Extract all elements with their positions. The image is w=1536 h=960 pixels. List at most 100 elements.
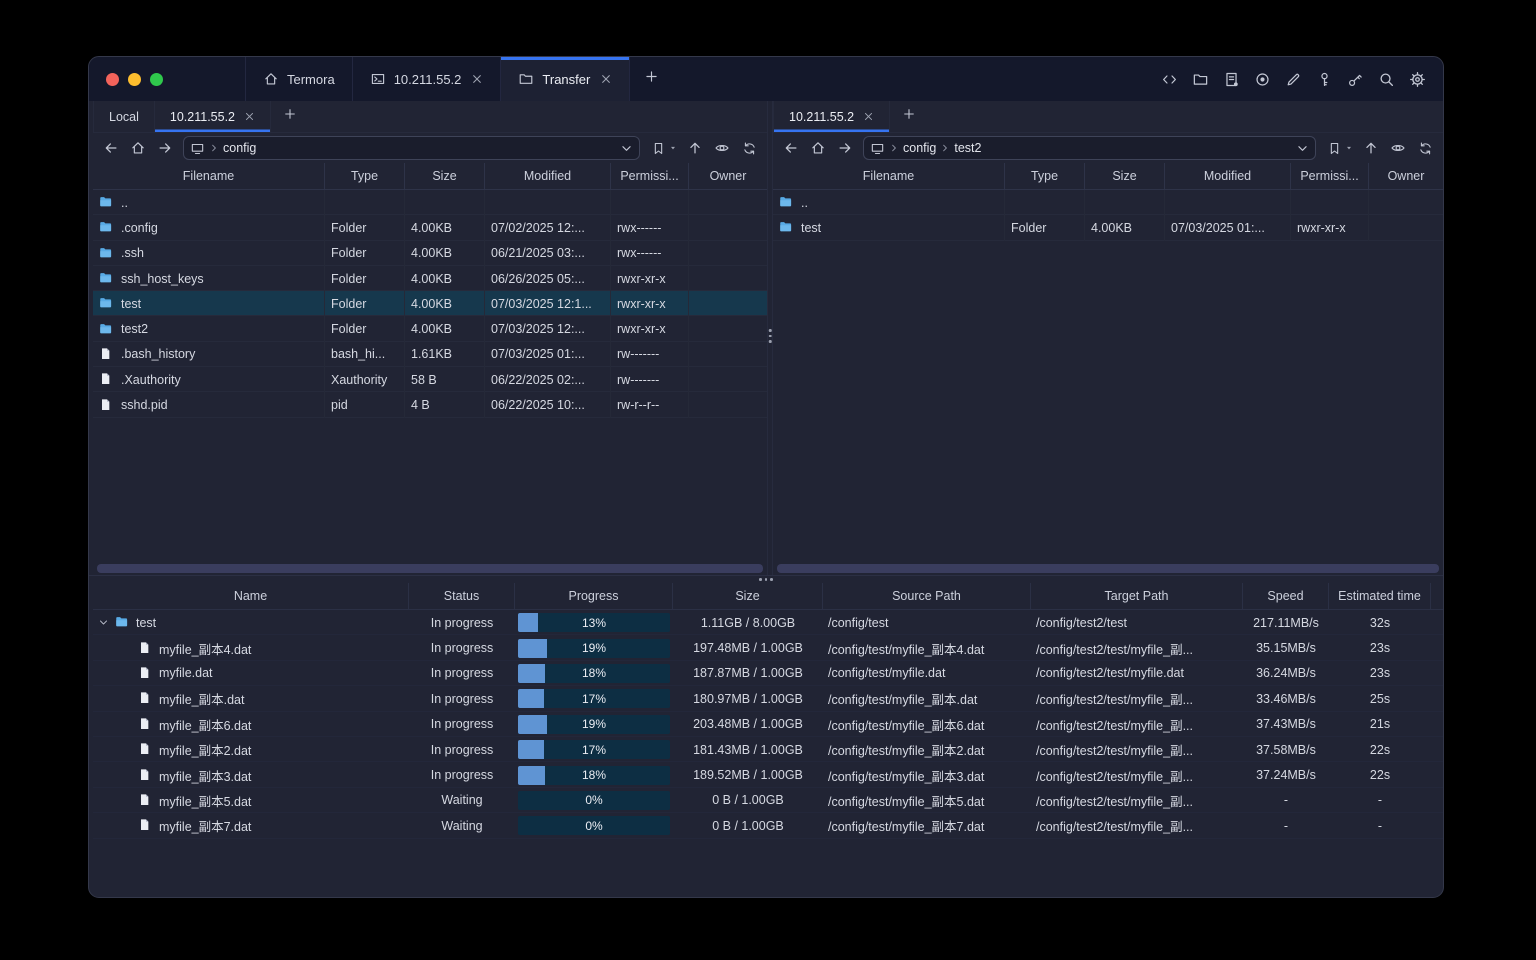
home-icon[interactable] (129, 139, 147, 157)
header-owner[interactable]: Owner (1369, 163, 1443, 189)
bookmark-caret-icon[interactable] (1345, 139, 1353, 157)
refresh-icon[interactable] (1416, 139, 1434, 157)
transfer-row[interactable]: myfile_副本.dat In progress 17% 180.97MB / 1.… (93, 686, 1443, 711)
refresh-icon[interactable] (740, 139, 758, 157)
minimize-window-button[interactable] (128, 72, 141, 86)
close-icon[interactable] (244, 111, 255, 122)
transfer-name-cell: test (93, 610, 409, 635)
path-segment[interactable]: test2 (954, 141, 981, 155)
path-segment[interactable]: config (903, 141, 936, 155)
scrollbar-thumb[interactable] (97, 563, 763, 573)
search-icon[interactable] (1376, 69, 1396, 89)
header-owner[interactable]: Owner (689, 163, 767, 189)
show-hidden-icon[interactable] (1389, 139, 1407, 157)
progress-label: 0% (585, 818, 603, 833)
tab-remote-host[interactable]: 10.211.55.2 (773, 101, 891, 132)
header-source-path[interactable]: Source Path (823, 583, 1031, 609)
file-row[interactable]: test Folder 4.00KB 07/03/2025 12:1... rwxr-x… (93, 291, 767, 317)
transfer-name-cell: myfile_副本6.dat (93, 712, 409, 737)
close-window-button[interactable] (106, 72, 119, 86)
tab-remote-host[interactable]: 10.211.55.2 (155, 101, 271, 132)
file-row[interactable]: .config Folder 4.00KB 07/02/2025 12:... rwx-… (93, 215, 767, 241)
path-segment[interactable]: config (223, 141, 256, 155)
log-icon[interactable] (1221, 69, 1241, 89)
header-modified[interactable]: Modified (1165, 163, 1291, 189)
transfer-row[interactable]: myfile_副本7.dat Waiting 0% 0 B / 1.00GB/conf… (93, 813, 1443, 838)
transfer-row[interactable]: test In progress 13% 1.11GB / 8.00GB/config… (93, 610, 1443, 635)
bookmark-icon[interactable] (649, 139, 667, 157)
tab-transfer[interactable]: Transfer (501, 57, 631, 101)
header-estimated-time[interactable]: Estimated time (1329, 583, 1431, 609)
header-speed[interactable]: Speed (1243, 583, 1329, 609)
file-row[interactable]: .Xauthority Xauthority 58 B 06/22/2025 02:.… (93, 367, 767, 393)
new-panel-tab-button[interactable] (890, 101, 928, 132)
keychain-icon[interactable] (1345, 69, 1365, 89)
header-filename[interactable]: Filename (93, 163, 325, 189)
forward-icon[interactable] (836, 139, 854, 157)
file-row[interactable]: .ssh Folder 4.00KB 06/21/2025 03:... rwx----… (93, 240, 767, 266)
transfer-row[interactable]: myfile_副本2.dat In progress 17% 181.43MB / 1… (93, 737, 1443, 762)
header-size[interactable]: Size (673, 583, 823, 609)
pencil-icon[interactable] (1283, 69, 1303, 89)
path-field[interactable]: config test2 (863, 136, 1316, 160)
file-row[interactable]: .bash_history bash_hi... 1.61KB 07/03/2025 … (93, 341, 767, 368)
scrollbar-thumb[interactable] (777, 563, 1439, 573)
header-type[interactable]: Type (1005, 163, 1085, 189)
file-name: .config (121, 220, 158, 235)
back-icon[interactable] (782, 139, 800, 157)
header-filename[interactable]: Filename (773, 163, 1005, 189)
header-size[interactable]: Size (405, 163, 485, 189)
header-modified[interactable]: Modified (485, 163, 611, 189)
transfer-row[interactable]: myfile_副本5.dat Waiting 0% 0 B / 1.00GB/conf… (93, 788, 1443, 813)
horizontal-splitter[interactable] (89, 575, 1443, 583)
bookmark-caret-icon[interactable] (669, 139, 677, 157)
header-size[interactable]: Size (1085, 163, 1165, 189)
transfer-row[interactable]: myfile.dat In progress 18% 187.87MB / 1.00G… (93, 661, 1443, 686)
folder-icon[interactable] (1190, 69, 1210, 89)
file-row[interactable]: .. (93, 190, 767, 216)
maximize-window-button[interactable] (150, 72, 163, 86)
code-icon[interactable] (1159, 69, 1179, 89)
header-progress[interactable]: Progress (515, 583, 673, 609)
header-name[interactable]: Name (93, 583, 409, 609)
file-row[interactable]: ssh_host_keys Folder 4.00KB 06/26/2025 05:.… (93, 265, 767, 292)
upload-icon[interactable] (686, 139, 704, 157)
new-panel-tab-button[interactable] (271, 101, 309, 132)
transfer-row[interactable]: myfile_副本6.dat In progress 19% 203.48MB / 1… (93, 712, 1443, 737)
file-row[interactable]: test2 Folder 4.00KB 07/03/2025 12:... rwxr-x… (93, 316, 767, 342)
progress-bar: 13% (518, 613, 670, 633)
close-icon[interactable] (863, 111, 874, 122)
header-permissions[interactable]: Permissi... (1291, 163, 1369, 189)
tab-local[interactable]: Local (93, 101, 155, 132)
file-row[interactable]: .. (773, 190, 1443, 216)
chevron-down-icon[interactable] (620, 142, 633, 155)
back-icon[interactable] (102, 139, 120, 157)
header-status[interactable]: Status (409, 583, 515, 609)
panel-divider[interactable] (767, 101, 773, 575)
settings-icon[interactable] (1407, 69, 1427, 89)
header-type[interactable]: Type (325, 163, 405, 189)
path-field[interactable]: config (183, 136, 640, 160)
forward-icon[interactable] (156, 139, 174, 157)
header-permissions[interactable]: Permissi... (611, 163, 689, 189)
transfer-row[interactable]: myfile_副本4.dat In progress 19% 197.48MB / 1… (93, 635, 1443, 660)
record-icon[interactable] (1252, 69, 1272, 89)
bookmark-icon[interactable] (1325, 139, 1343, 157)
chevron-down-icon[interactable] (1296, 142, 1309, 155)
expand-chevron-icon[interactable] (98, 617, 109, 628)
file-name-cell: sshd.pid (93, 392, 325, 418)
show-hidden-icon[interactable] (713, 139, 731, 157)
new-tab-button[interactable] (630, 57, 673, 101)
tab-terminal-session[interactable]: 10.211.55.2 (353, 57, 502, 101)
header-target-path[interactable]: Target Path (1031, 583, 1243, 609)
close-icon[interactable] (600, 73, 612, 85)
transfer-row[interactable]: myfile_副本3.dat In progress 18% 189.52MB / 1… (93, 762, 1443, 787)
file-row[interactable]: sshd.pid pid 4 B 06/22/2025 10:... rw-r--r-- (93, 392, 767, 418)
home-icon[interactable] (809, 139, 827, 157)
file-row[interactable]: test Folder 4.00KB 07/03/2025 01:... rwxr-xr… (773, 215, 1443, 241)
tab-termora[interactable]: Termora (245, 57, 353, 101)
traffic-lights (89, 57, 183, 101)
key-icon[interactable] (1314, 69, 1334, 89)
close-icon[interactable] (471, 73, 483, 85)
upload-icon[interactable] (1362, 139, 1380, 157)
